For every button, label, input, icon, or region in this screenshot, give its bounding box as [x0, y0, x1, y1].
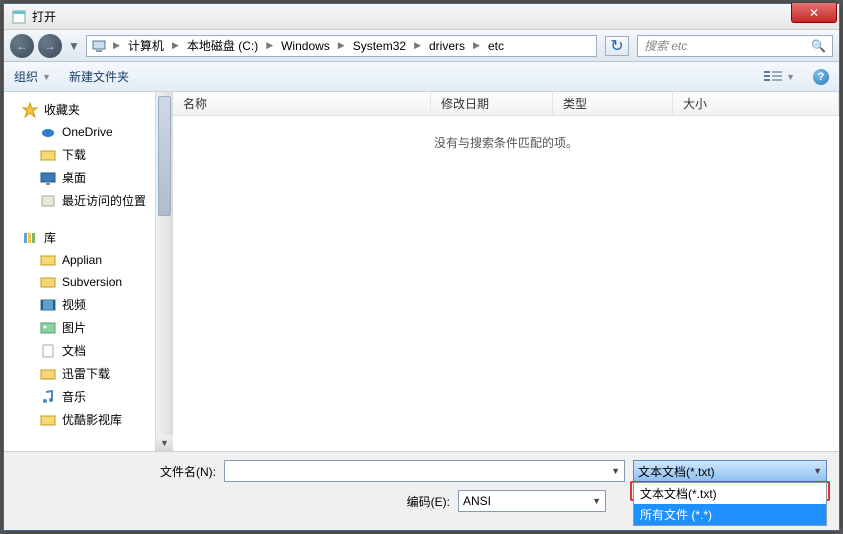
sidebar-item-music[interactable]: 音乐: [4, 385, 155, 408]
arrow-left-icon: ←: [16, 39, 28, 53]
col-size[interactable]: 大小: [673, 92, 839, 115]
sidebar-item-recent[interactable]: 最近访问的位置: [4, 189, 155, 212]
crumb-etc[interactable]: etc: [482, 39, 510, 53]
search-icon: 🔍: [811, 39, 826, 53]
back-button[interactable]: ←: [10, 34, 34, 58]
dialog-body: 收藏夹 OneDrive 下载 桌面 最近访问的位置 库 Applian Sub…: [4, 92, 839, 451]
sidebar-item-pictures[interactable]: 图片: [4, 316, 155, 339]
document-icon: [40, 343, 56, 359]
crumb-system32[interactable]: System32: [347, 39, 412, 53]
filetype-combo[interactable]: 文本文档(*.txt) ▼: [633, 460, 827, 482]
sidebar-item-video[interactable]: 视频: [4, 293, 155, 316]
music-icon: [40, 389, 56, 405]
sidebar-item-applian[interactable]: Applian: [4, 249, 155, 271]
search-placeholder: 搜索 etc: [644, 37, 687, 54]
chevron-down-icon: ▼: [68, 39, 80, 53]
column-headers: 名称 修改日期 类型 大小: [173, 92, 839, 116]
arrow-right-icon: →: [44, 39, 56, 53]
chevron-right-icon: ▶: [336, 40, 347, 51]
sidebar-item-downloads[interactable]: 下载: [4, 143, 155, 166]
folder-icon: [40, 252, 56, 268]
empty-message: 没有与搜索条件匹配的项。: [434, 134, 578, 151]
sidebar-scrollbar[interactable]: ▼: [156, 92, 173, 451]
toolbar: 组织 ▼ 新建文件夹 ▼ ?: [4, 62, 839, 92]
library-icon: [22, 230, 38, 246]
refresh-icon: ↻: [610, 36, 623, 56]
forward-button[interactable]: →: [38, 34, 62, 58]
bottom-panel: 文件名(N): ▼ 文本文档(*.txt) ▼ 文本文档(*.txt) 所有文件…: [4, 451, 839, 530]
open-dialog-window: 打开 ✕ ← → ▼ ▶ 计算机 ▶ 本地磁盘 (C:) ▶ Windows ▶…: [3, 3, 840, 531]
filetype-dropdown: 文本文档(*.txt) 所有文件 (*.*): [633, 482, 827, 526]
crumb-computer[interactable]: 计算机: [122, 37, 170, 54]
cloud-icon: [40, 124, 56, 140]
sidebar-lib-header[interactable]: 库: [4, 226, 155, 249]
star-icon: [22, 102, 38, 118]
sidebar-item-youku[interactable]: 优酷影视库: [4, 408, 155, 431]
chevron-right-icon: ▶: [471, 40, 482, 51]
new-folder-button[interactable]: 新建文件夹: [69, 68, 129, 85]
notepad-icon: [12, 10, 26, 24]
sidebar-item-onedrive[interactable]: OneDrive: [4, 121, 155, 143]
chevron-right-icon: ▶: [412, 40, 423, 51]
col-modified[interactable]: 修改日期: [431, 92, 553, 115]
help-icon: ?: [818, 71, 825, 83]
folder-icon: [40, 412, 56, 428]
file-list[interactable]: 没有与搜索条件匹配的项。: [173, 116, 839, 451]
video-icon: [40, 297, 56, 313]
history-dropdown[interactable]: ▼: [66, 38, 82, 54]
filename-input[interactable]: ▼: [224, 460, 625, 482]
scrollbar-thumb[interactable]: [158, 96, 171, 216]
crumb-drivers[interactable]: drivers: [423, 39, 471, 53]
chevron-down-icon: ▼: [592, 496, 601, 506]
view-icon: [763, 70, 783, 84]
crumb-windows[interactable]: Windows: [275, 39, 336, 53]
col-name[interactable]: 名称: [173, 92, 431, 115]
sidebar-item-subversion[interactable]: Subversion: [4, 271, 155, 293]
filename-label: 文件名(N):: [16, 463, 216, 480]
close-button[interactable]: ✕: [791, 3, 837, 23]
search-input[interactable]: 搜索 etc 🔍: [637, 35, 833, 57]
help-button[interactable]: ?: [813, 69, 829, 85]
sidebar-item-desktop[interactable]: 桌面: [4, 166, 155, 189]
sidebar: 收藏夹 OneDrive 下载 桌面 最近访问的位置 库 Applian Sub…: [4, 92, 156, 451]
chevron-right-icon: ▶: [170, 40, 181, 51]
breadcrumb-bar[interactable]: ▶ 计算机 ▶ 本地磁盘 (C:) ▶ Windows ▶ System32 ▶…: [86, 35, 597, 57]
col-type[interactable]: 类型: [553, 92, 673, 115]
download-icon: [40, 366, 56, 382]
file-list-area: 名称 修改日期 类型 大小 没有与搜索条件匹配的项。: [173, 92, 839, 451]
filetype-option-txt[interactable]: 文本文档(*.txt): [634, 483, 826, 504]
close-icon: ✕: [809, 6, 819, 20]
scroll-down-icon[interactable]: ▼: [156, 435, 173, 451]
chevron-down-icon: ▼: [786, 72, 795, 82]
refresh-button[interactable]: ↻: [605, 36, 629, 56]
window-title: 打开: [32, 8, 56, 25]
crumb-drive[interactable]: 本地磁盘 (C:): [181, 37, 264, 54]
view-button[interactable]: ▼: [763, 70, 795, 84]
picture-icon: [40, 320, 56, 336]
titlebar: 打开 ✕: [4, 4, 839, 30]
folder-icon: [40, 274, 56, 290]
folder-icon: [40, 147, 56, 163]
recent-icon: [40, 193, 56, 209]
encoding-label: 编码(E):: [16, 493, 450, 510]
encoding-combo[interactable]: ANSI ▼: [458, 490, 606, 512]
chevron-down-icon: ▼: [611, 466, 620, 476]
sidebar-item-documents[interactable]: 文档: [4, 339, 155, 362]
computer-icon: [91, 38, 107, 54]
chevron-down-icon: ▼: [42, 72, 51, 82]
navbar: ← → ▼ ▶ 计算机 ▶ 本地磁盘 (C:) ▶ Windows ▶ Syst…: [4, 30, 839, 62]
chevron-right-icon: ▶: [264, 40, 275, 51]
sidebar-fav-header[interactable]: 收藏夹: [4, 98, 155, 121]
desktop-icon: [40, 170, 56, 186]
chevron-right-icon: ▶: [111, 40, 122, 51]
filetype-option-all[interactable]: 所有文件 (*.*): [634, 504, 826, 525]
sidebar-item-xunlei[interactable]: 迅雷下载: [4, 362, 155, 385]
chevron-down-icon: ▼: [813, 466, 822, 476]
organize-button[interactable]: 组织 ▼: [14, 68, 51, 85]
